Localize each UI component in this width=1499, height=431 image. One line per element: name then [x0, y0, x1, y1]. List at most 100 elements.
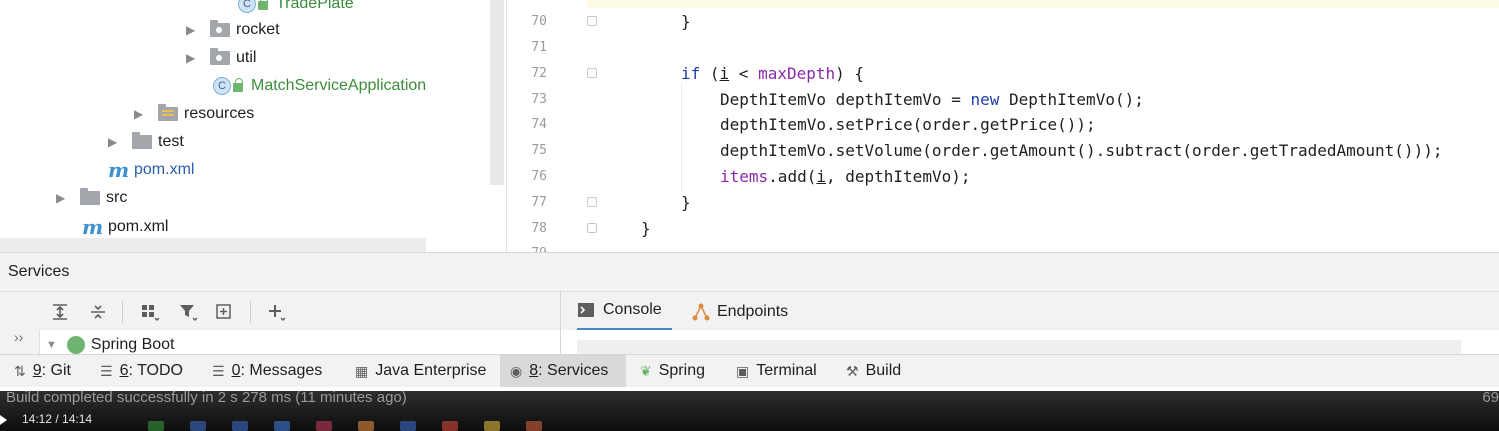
taskbar-app-icon[interactable]	[526, 421, 542, 431]
fold-marker-icon[interactable]	[587, 16, 597, 26]
filter-icon[interactable]	[176, 300, 200, 324]
tree-item-label: src	[106, 189, 128, 206]
code-token: (	[700, 64, 720, 83]
maven-icon: m	[108, 158, 130, 182]
tool-number: 9	[32, 362, 42, 379]
console-icon	[578, 303, 594, 317]
lock-icon	[258, 0, 268, 10]
todo-icon: ☰	[100, 362, 113, 379]
tool-services[interactable]: ◉ 8: Services	[500, 355, 626, 387]
code-line[interactable]: DepthItemVo depthItemVo = new DepthItemV…	[720, 87, 1144, 113]
tab-endpoints[interactable]: Endpoints	[691, 292, 788, 331]
expand-arrow-icon[interactable]: ▶	[186, 23, 200, 37]
taskbar-app-icon[interactable]	[400, 421, 416, 431]
tool-spring[interactable]: ❦ Spring	[630, 355, 715, 387]
taskbar-app-icon[interactable]	[316, 421, 332, 431]
tree-selection-strip	[0, 238, 426, 252]
expand-arrow-icon[interactable]: ▼	[46, 339, 57, 351]
new-service-icon[interactable]	[212, 300, 236, 324]
taskbar-app-icon[interactable]	[358, 421, 374, 431]
tree-item-label: TradePlate	[276, 0, 354, 12]
tree-item-src[interactable]: ▶ src	[56, 184, 127, 212]
code-token: depthItemVo.setVolume(order.getAmount().…	[720, 141, 1443, 160]
show-more-icon[interactable]: ››	[14, 330, 23, 345]
toolbar-separator	[250, 300, 251, 324]
play-icon[interactable]	[0, 415, 7, 425]
video-player-bar: Build completed successfully in 2 s 278 …	[0, 389, 1499, 431]
tree-item-rocket[interactable]: ▶ rocket	[186, 16, 280, 44]
expand-arrow-icon[interactable]: ▶	[56, 191, 70, 205]
taskbar-app-icon[interactable]	[148, 421, 164, 431]
tree-item-label: pom.xml	[134, 161, 195, 178]
expand-arrow-icon[interactable]: ▶	[108, 135, 122, 149]
git-icon: ⇅	[14, 362, 26, 379]
expand-arrow-icon[interactable]: ▶	[134, 107, 148, 121]
taskbar-app-icon[interactable]	[484, 421, 500, 431]
tool-git[interactable]: ⇅ 9: Git	[4, 355, 81, 387]
status-message: Build completed successfully in 2 s 278 …	[6, 389, 407, 406]
line-number: 70	[531, 14, 547, 29]
tree-item-match-service-application[interactable]: C MatchServiceApplication	[213, 72, 426, 100]
code-token: ) {	[835, 64, 865, 83]
tool-label: : Services	[538, 362, 609, 379]
tool-java-enterprise[interactable]: ▦ Java Enterprise	[345, 355, 496, 387]
code-editor[interactable]: 69 70 71 72 73 74 75 76 77 78 79 } if (i …	[506, 0, 1499, 252]
line-number: 77	[531, 195, 547, 210]
taskbar-app-icon[interactable]	[190, 421, 206, 431]
tool-label: Java Enterprise	[375, 362, 487, 379]
code-token: }	[681, 12, 691, 31]
fold-marker-icon[interactable]	[587, 197, 597, 207]
code-line[interactable]: }	[681, 190, 691, 216]
console-output[interactable]	[560, 330, 1499, 354]
status-right-value: 69	[1482, 389, 1499, 406]
spring-boot-node[interactable]: ▼ Spring Boot	[46, 336, 175, 354]
code-token: <	[729, 64, 759, 83]
taskbar-app-icon[interactable]	[442, 421, 458, 431]
taskbar-app-icon[interactable]	[232, 421, 248, 431]
maven-icon: m	[82, 215, 104, 239]
collapse-all-icon[interactable]	[86, 300, 110, 324]
code-line[interactable]: }	[681, 9, 691, 35]
code-line[interactable]: depthItemVo.setVolume(order.getAmount().…	[720, 138, 1442, 164]
fold-marker-icon[interactable]	[587, 223, 597, 233]
tab-label: Endpoints	[717, 302, 789, 320]
spring-boot-icon	[66, 336, 85, 354]
line-number-gutter: 69 70 71 72 73 74 75 76 77 78 79	[507, 0, 587, 252]
toolbar-separator	[122, 300, 123, 324]
expand-all-icon[interactable]	[48, 300, 72, 324]
tool-label: : Git	[41, 362, 71, 379]
tree-item-util[interactable]: ▶ util	[186, 44, 256, 72]
group-by-icon[interactable]	[138, 300, 162, 324]
code-line[interactable]: }	[641, 216, 651, 242]
code-token: i	[816, 167, 826, 186]
tool-label: : Messages	[240, 362, 323, 379]
tree-scrollbar[interactable]	[490, 0, 504, 185]
code-line[interactable]: if (i < maxDepth) {	[681, 61, 864, 87]
fold-marker-icon[interactable]	[587, 68, 597, 78]
code-line[interactable]: items.add(i, depthItemVo);	[720, 164, 970, 190]
tree-item-root-pom-xml[interactable]: m pom.xml	[82, 213, 168, 241]
taskbar-app-icon[interactable]	[274, 421, 290, 431]
resources-folder-icon	[158, 104, 178, 121]
code-line[interactable]: depthItemVo.setPrice(order.getPrice());	[720, 112, 1096, 138]
tree-item-resources[interactable]: ▶ resources	[134, 100, 254, 128]
tool-build[interactable]: ⚒ Build	[836, 355, 911, 387]
service-detail-tabs: Console Endpoints	[560, 291, 1499, 331]
package-icon	[210, 20, 230, 37]
tree-item-label: resources	[184, 105, 255, 122]
line-number: 73	[531, 92, 547, 107]
tool-todo[interactable]: ☰ 6: TODO	[90, 355, 193, 387]
folder-icon	[132, 132, 152, 149]
tree-item-test[interactable]: ▶ test	[108, 128, 184, 156]
java-enterprise-icon: ▦	[355, 362, 369, 379]
expand-arrow-icon[interactable]: ▶	[186, 51, 200, 65]
video-time: 14:12 / 14:14	[22, 412, 93, 426]
line-number: 79	[507, 241, 547, 252]
tree-item-pom-xml[interactable]: m pom.xml	[108, 156, 194, 184]
tool-terminal[interactable]: ▣ Terminal	[726, 355, 827, 387]
add-service-icon[interactable]	[264, 300, 288, 324]
code-token: items	[720, 167, 769, 186]
tool-messages[interactable]: ☰ 0: Messages	[202, 355, 332, 387]
services-panel-header: Services	[0, 252, 1499, 291]
tab-console[interactable]: Console	[577, 292, 672, 331]
